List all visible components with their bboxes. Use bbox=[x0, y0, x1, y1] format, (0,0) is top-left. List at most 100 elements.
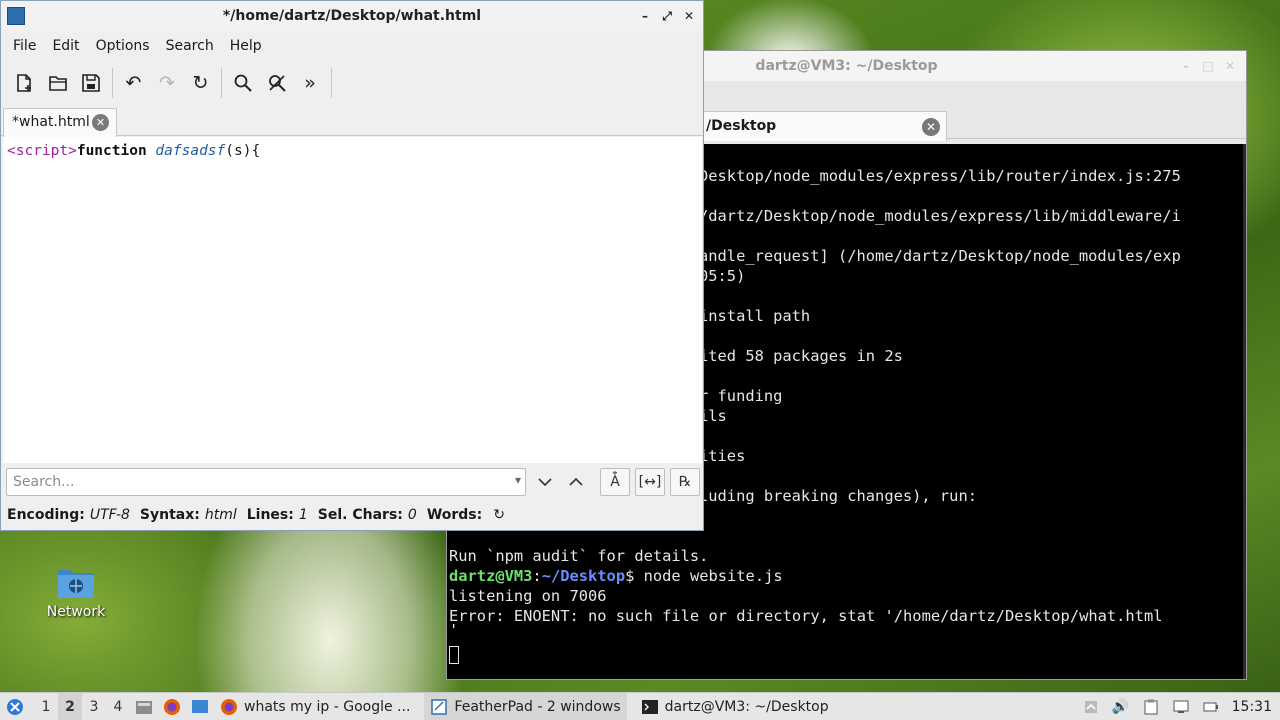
terminal-line: andle_request] (/home/dartz/Desktop/node… bbox=[699, 247, 1181, 265]
prompt-path: ~/Desktop bbox=[541, 567, 626, 585]
workspace-3[interactable]: 3 bbox=[82, 699, 106, 715]
task-firefox[interactable]: whats my ip - Google ... bbox=[214, 693, 416, 720]
new-document-icon[interactable] bbox=[9, 68, 39, 98]
network-folder-icon bbox=[56, 564, 96, 600]
save-icon[interactable] bbox=[76, 68, 106, 98]
file-manager-launcher[interactable] bbox=[130, 693, 158, 720]
workspace-4[interactable]: 4 bbox=[106, 699, 130, 715]
terminal-prompt-line: dartz@VM3:~/Desktop$ node website.js bbox=[449, 566, 783, 586]
close-icon[interactable]: ✕ bbox=[1222, 58, 1238, 74]
refresh-words-icon[interactable]: ↻ bbox=[493, 507, 505, 523]
chevron-down-icon[interactable]: ▾ bbox=[515, 473, 521, 487]
toolbar-separator bbox=[330, 68, 332, 98]
minimize-icon[interactable]: – bbox=[1178, 58, 1194, 74]
find-icon[interactable] bbox=[228, 68, 258, 98]
task-featherpad[interactable]: FeatherPad - 2 windows bbox=[424, 692, 627, 720]
search-input[interactable] bbox=[7, 469, 502, 495]
power-icon[interactable] bbox=[1196, 693, 1226, 720]
regex-button[interactable]: ℞ bbox=[670, 468, 700, 496]
maximize-icon[interactable]: □ bbox=[1200, 58, 1216, 74]
lines-value: 1 bbox=[298, 507, 308, 523]
terminal-listen-line: listening on 7006 bbox=[449, 587, 607, 605]
featherpad-window: */home/dartz/Desktop/what.html – ⤢ ✕ Fil… bbox=[0, 0, 704, 531]
sel-chars-value: 0 bbox=[407, 507, 417, 523]
code-keyword: function bbox=[76, 143, 147, 159]
terminal-line: r funding bbox=[699, 387, 783, 405]
menu-edit[interactable]: Edit bbox=[44, 38, 87, 54]
terminal-line: /dartz/Desktop/node_modules/express/lib/… bbox=[699, 207, 1181, 225]
menu-bar: File Edit Options Search Help bbox=[1, 31, 703, 61]
menu-search[interactable]: Search bbox=[158, 38, 222, 54]
words-label: Words: bbox=[426, 507, 483, 523]
firefox-icon bbox=[164, 698, 180, 715]
task-terminal[interactable]: dartz@VM3: ~/Desktop bbox=[635, 693, 835, 720]
code-function-name: dafsadsf bbox=[155, 143, 226, 159]
document-tab[interactable]: *what.html ✕ bbox=[3, 108, 117, 137]
network-icon[interactable] bbox=[1166, 693, 1196, 720]
toolbar-separator bbox=[111, 68, 113, 98]
code-tag: <script> bbox=[7, 143, 77, 159]
featherpad-titlebar[interactable]: */home/dartz/Desktop/what.html – ⤢ ✕ bbox=[1, 1, 703, 31]
syntax-label: Syntax: bbox=[139, 507, 200, 523]
tab-close-icon[interactable]: ✕ bbox=[922, 118, 940, 136]
toolbar-separator bbox=[221, 68, 222, 98]
encoding-value[interactable]: UTF-8 bbox=[90, 507, 130, 523]
terminal-icon bbox=[641, 699, 658, 714]
featherpad-app-icon[interactable] bbox=[7, 7, 25, 25]
featherpad-title: */home/dartz/Desktop/what.html bbox=[222, 8, 482, 24]
task-label: whats my ip - Google ... bbox=[244, 698, 411, 715]
task-label: dartz@VM3: ~/Desktop bbox=[664, 698, 829, 715]
file-manager-icon bbox=[136, 700, 152, 714]
close-icon[interactable]: ✕ bbox=[681, 8, 697, 24]
reload-icon[interactable]: ↻ bbox=[186, 68, 216, 98]
firefox-icon bbox=[221, 698, 237, 715]
toolbar: ↶ ↷ ↻ » bbox=[1, 63, 703, 103]
find-replace-icon[interactable] bbox=[262, 68, 292, 98]
menu-help[interactable]: Help bbox=[222, 38, 270, 54]
workspace-1[interactable]: 1 bbox=[34, 699, 58, 715]
tray-expand-icon[interactable] bbox=[1076, 693, 1106, 720]
terminal-title: dartz@VM3: ~/Desktop bbox=[755, 58, 938, 74]
workspace-2[interactable]: 2 bbox=[58, 692, 82, 720]
find-next-button[interactable] bbox=[530, 468, 560, 496]
search-combobox[interactable]: ▾ bbox=[6, 468, 526, 496]
whole-word-button[interactable]: [↔] bbox=[635, 468, 665, 496]
document-tab-bar: *what.html ✕ bbox=[1, 108, 703, 137]
match-case-button[interactable]: A͒ bbox=[600, 468, 630, 496]
terminal-line: 05:5) bbox=[699, 267, 746, 285]
more-chevron-icon[interactable]: » bbox=[295, 68, 325, 98]
taskbar: 1 2 3 4 whats my ip - Google ... Feather… bbox=[0, 692, 1280, 720]
syntax-value[interactable]: html bbox=[205, 507, 237, 523]
terminal-line: Desktop/node_modules/express/lib/router/… bbox=[699, 167, 1181, 185]
prompt-command: $ node website.js bbox=[625, 567, 783, 585]
clipboard-icon[interactable] bbox=[1136, 693, 1166, 720]
lxqt-logo-icon bbox=[7, 698, 23, 715]
menu-file[interactable]: File bbox=[5, 38, 44, 54]
whole-word-icon: [↔] bbox=[638, 474, 662, 490]
desktop-icon-network[interactable]: Network bbox=[40, 564, 112, 620]
terminal-scrollbar[interactable] bbox=[1243, 144, 1246, 679]
menu-options[interactable]: Options bbox=[88, 38, 158, 54]
firefox-launcher[interactable] bbox=[158, 693, 186, 720]
sel-chars-label: Sel. Chars: bbox=[317, 507, 403, 523]
chevron-down-icon bbox=[538, 478, 552, 487]
featherpad-icon bbox=[431, 698, 448, 715]
tab-close-icon[interactable]: ✕ bbox=[92, 114, 109, 131]
text-editor[interactable]: <script>function dafsadsf(s){ bbox=[3, 137, 702, 463]
find-previous-button[interactable] bbox=[561, 468, 591, 496]
prompt-separator: : bbox=[532, 567, 542, 585]
terminal-quote-line: ' bbox=[449, 621, 459, 639]
terminal-tab-label: /Desktop bbox=[706, 118, 777, 134]
terminal-line: install path bbox=[699, 307, 811, 325]
start-menu-button[interactable] bbox=[0, 693, 30, 720]
open-folder-icon[interactable] bbox=[43, 68, 73, 98]
redo-icon[interactable]: ↷ bbox=[152, 68, 182, 98]
undo-icon[interactable]: ↶ bbox=[119, 68, 149, 98]
maximize-icon[interactable]: ⤢ bbox=[659, 8, 675, 24]
clock[interactable]: 15:31 bbox=[1232, 699, 1272, 715]
show-desktop-launcher[interactable] bbox=[186, 693, 214, 720]
volume-icon[interactable]: 🔊 bbox=[1106, 693, 1136, 720]
minimize-icon[interactable]: – bbox=[637, 8, 653, 24]
terminal-line: luding breaking changes), run: bbox=[699, 487, 977, 505]
match-case-icon: A͒ bbox=[610, 474, 620, 490]
